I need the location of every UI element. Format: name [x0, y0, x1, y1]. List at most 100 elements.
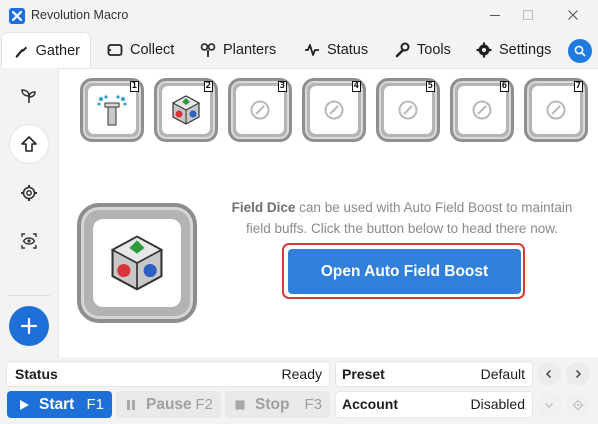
sidebar-item-boost[interactable]	[9, 124, 49, 164]
tab-gather[interactable]: Gather	[1, 32, 91, 68]
close-icon	[568, 10, 578, 20]
slot-number: 5	[425, 81, 435, 92]
account-dropdown-button[interactable]	[537, 393, 561, 417]
sidebar-divider	[8, 295, 50, 296]
desc-highlight: Field Dice	[231, 200, 296, 215]
tab-label: Status	[327, 42, 369, 58]
sidebar-item-vision[interactable]	[9, 221, 49, 261]
gather-icon	[15, 45, 27, 58]
slot-item	[458, 86, 506, 134]
empty-slot-icon	[324, 100, 344, 120]
slot-number: 6	[499, 81, 509, 92]
arrow-up-icon	[21, 136, 37, 152]
selected-item-slot	[77, 203, 197, 323]
sidebar-item-planters[interactable]	[9, 76, 49, 116]
main-panel: 1 2 3 4 5 6 7 Field Dice can be used wit…	[58, 68, 598, 357]
preset-value[interactable]: Default	[481, 366, 525, 382]
sidebar-item-settings[interactable]	[9, 173, 49, 213]
slot-number: 7	[573, 81, 583, 92]
chevron-right-icon	[575, 369, 582, 379]
tab-label: Tools	[417, 42, 451, 58]
slot-number: 3	[277, 81, 287, 92]
tab-tools[interactable]: Tools	[384, 32, 461, 68]
preset-prev-button[interactable]	[537, 362, 561, 386]
hotbar-slot-3[interactable]: 3	[228, 78, 292, 142]
sidebar	[0, 68, 57, 356]
stop-hotkey: F3	[304, 396, 322, 413]
slot-number: 4	[351, 81, 361, 92]
tab-status[interactable]: Status	[294, 32, 378, 68]
maximize-button[interactable]	[511, 0, 545, 30]
start-button[interactable]: Start F1	[7, 391, 112, 418]
preset-label: Preset	[342, 366, 385, 382]
selected-item	[93, 219, 181, 307]
account-label: Account	[342, 396, 398, 412]
hotbar-slot-6[interactable]: 6	[450, 78, 514, 142]
tab-bar: Gather Collect Planters Status Tools Set…	[0, 30, 598, 68]
pause-label: Pause	[146, 395, 192, 413]
account-settings-button[interactable]	[566, 393, 590, 417]
sprinkler-icon	[97, 95, 127, 126]
hotbar-slot-1[interactable]: 1	[80, 78, 144, 142]
status-value: Ready	[281, 366, 322, 382]
tab-collect[interactable]: Collect	[97, 32, 184, 68]
wrench-icon	[395, 42, 410, 58]
chevron-down-icon	[545, 403, 553, 408]
close-button[interactable]	[556, 0, 590, 30]
title-bar: Revolution Macro	[0, 0, 598, 32]
slot-item	[88, 86, 136, 134]
slot-item	[310, 86, 358, 134]
sprout-icon	[21, 89, 36, 103]
start-label: Start	[39, 395, 75, 413]
stop-label: Stop	[255, 395, 290, 413]
tab-label: Gather	[35, 42, 80, 59]
hotbar-slot-7[interactable]: 7	[524, 78, 588, 142]
gear-icon	[572, 399, 584, 411]
empty-slot-icon	[398, 100, 418, 120]
tab-settings[interactable]: Settings	[466, 32, 561, 68]
slot-number: 1	[129, 81, 139, 92]
slot-number: 2	[203, 81, 213, 92]
slot-item	[384, 86, 432, 134]
hotbar-slot-2[interactable]: 2	[154, 78, 218, 142]
stop-button[interactable]: Stop F3	[225, 391, 330, 418]
gear-icon	[476, 42, 492, 58]
sprout-icon	[200, 43, 216, 57]
app-window: Revolution Macro Gather Collect Planters…	[0, 0, 598, 424]
tab-label: Settings	[499, 42, 552, 58]
search-button[interactable]	[568, 39, 592, 63]
desc-text: can be used with Auto Field Boost to mai…	[246, 200, 573, 236]
empty-slot-icon	[472, 100, 492, 120]
stop-icon	[235, 400, 245, 409]
minimize-button[interactable]	[478, 0, 512, 30]
gear-icon	[21, 185, 37, 201]
slot-item	[532, 86, 580, 134]
tab-label: Planters	[223, 42, 277, 58]
pause-hotkey: F2	[195, 396, 213, 413]
slot-item	[236, 86, 284, 134]
empty-slot-icon	[250, 100, 270, 120]
preset-next-button[interactable]	[566, 362, 590, 386]
play-icon	[20, 399, 29, 410]
open-auto-field-boost-button[interactable]: Open Auto Field Boost	[288, 249, 521, 294]
pause-icon	[127, 399, 135, 410]
pause-button[interactable]: Pause F2	[116, 391, 221, 418]
chevron-left-icon	[545, 369, 552, 379]
pulse-icon	[305, 44, 319, 56]
window-title: Revolution Macro	[31, 8, 129, 22]
hotbar-slot-4[interactable]: 4	[302, 78, 366, 142]
app-logo-icon	[9, 8, 25, 24]
minimize-icon	[490, 15, 500, 16]
field-dice-icon	[171, 95, 201, 125]
add-button[interactable]	[9, 306, 49, 346]
maximize-icon	[523, 10, 533, 20]
hotbar-slot-5[interactable]: 5	[376, 78, 440, 142]
tab-planters[interactable]: Planters	[190, 32, 286, 68]
account-value[interactable]: Disabled	[471, 396, 525, 412]
slot-item	[162, 86, 210, 134]
status-label: Status	[15, 366, 58, 382]
plus-icon	[20, 317, 38, 335]
ticket-icon	[107, 44, 123, 56]
field-dice-description: Field Dice can be used with Auto Field B…	[227, 197, 577, 239]
empty-slot-icon	[546, 100, 566, 120]
